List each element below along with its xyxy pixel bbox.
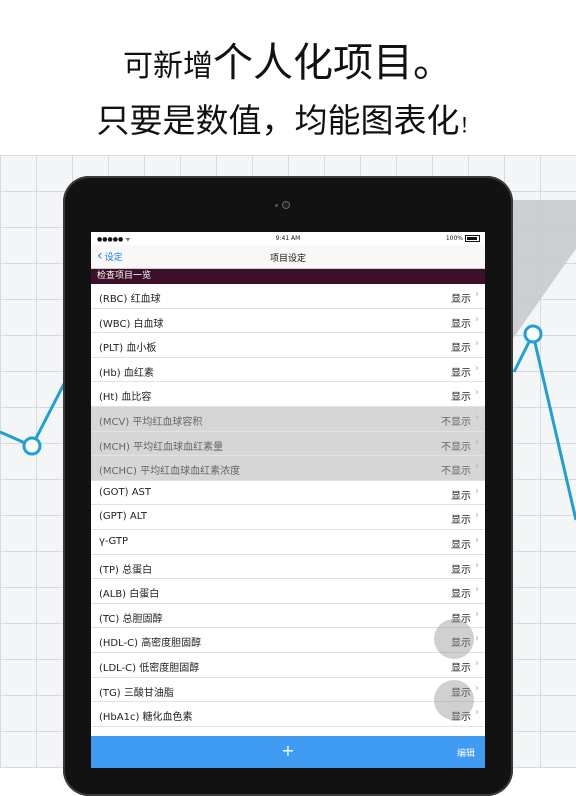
list-item-value: 显示	[451, 343, 471, 355]
chevron-right-icon: ›	[475, 362, 479, 374]
list-item-label: (MCH) 平均红血球血红素量	[99, 441, 224, 453]
list-item[interactable]: (RBC) 红血球 显示 ›	[91, 284, 485, 309]
list-item[interactable]: (TP) 总蛋白 显示 ›	[91, 555, 485, 580]
page-title: 项目设定	[269, 254, 306, 264]
plus-icon: +	[281, 741, 295, 760]
list-item-label: (HDL-C) 高密度胆固醇	[99, 638, 202, 650]
list-item[interactable]: (GOT) AST 显示 ›	[91, 481, 485, 506]
chevron-right-icon: ›	[475, 485, 479, 497]
list-item[interactable]: (HDL-C) 高密度胆固醇 显示 ›	[91, 628, 485, 653]
floating-overlay-button[interactable]	[434, 619, 474, 659]
list-item[interactable]: (ALB) 白蛋白 显示 ›	[91, 579, 485, 604]
list-item-label: (GPT) ALT	[99, 511, 148, 523]
list-item[interactable]: (TC) 总胆固醇 显示 ›	[91, 604, 485, 629]
list-item-label: (MCV) 平均红血球容积	[99, 416, 203, 428]
chevron-right-icon: ›	[475, 510, 479, 522]
chart-point-right	[523, 324, 543, 344]
navigation-bar: ‹ 设定 项目设定	[91, 245, 485, 269]
list-item-label: (TG) 三酸甘油脂	[99, 687, 174, 699]
list-item-value: 显示	[451, 367, 471, 379]
chart-line-left	[0, 379, 68, 448]
list-item-value: 显示	[451, 318, 471, 330]
list-item[interactable]: (LDL-C) 低密度胆固醇 显示 ›	[91, 653, 485, 678]
list-item-value: 显示	[451, 392, 471, 404]
list-item-label: (TP) 总蛋白	[99, 564, 153, 576]
chevron-right-icon: ›	[475, 584, 479, 596]
list-item-value: 显示	[451, 490, 471, 502]
list-item-label: (TC) 总胆固醇	[99, 613, 163, 625]
list-item-value: 不显示	[441, 466, 471, 478]
list-item-label: (Hb) 血红素	[99, 367, 154, 379]
tablet-camera	[282, 201, 290, 209]
app-screen: ●●●●● ᯤ 9:41 AM 100% ‹ 设定 项目设定 检查项目一览 (R…	[91, 232, 485, 768]
list-item-value: 显示	[451, 515, 471, 527]
list-item-label: γ-GTP	[99, 535, 129, 547]
status-bar: ●●●●● ᯤ 9:41 AM 100%	[91, 232, 485, 245]
list-item-label: (PLT) 血小板	[99, 343, 157, 355]
tablet-sensor	[275, 204, 278, 207]
list-item-value: 显示	[451, 294, 471, 305]
chart-point-left	[22, 436, 42, 456]
floating-overlay-button[interactable]	[434, 680, 474, 720]
list-item-label: (GOT) AST	[99, 486, 152, 498]
list-item[interactable]: (GPT) ALT 显示 ›	[91, 505, 485, 530]
list-item-value: 显示	[451, 564, 471, 576]
list-item-value: 显示	[451, 539, 471, 551]
section-header: 检查项目一览	[91, 269, 485, 284]
list-item[interactable]: (Hb) 血红素 显示 ›	[91, 358, 485, 383]
list-item[interactable]: (HbA1c) 糖化血色素 显示 ›	[91, 702, 485, 727]
chevron-right-icon: ›	[475, 338, 479, 350]
chevron-right-icon: ›	[475, 608, 479, 620]
status-time: 9:41 AM	[275, 235, 301, 242]
chevron-right-icon: ›	[475, 436, 479, 448]
bottom-toolbar: + 编辑	[91, 736, 485, 768]
list-item-label: (RBC) 红血球	[99, 294, 161, 305]
list-item-label: (LDL-C) 低密度胆固醇	[99, 662, 200, 674]
list-item-label: (ALB) 白蛋白	[99, 589, 160, 601]
list-item-value: 显示	[451, 589, 471, 601]
chevron-right-icon: ›	[475, 534, 479, 546]
chevron-right-icon: ›	[475, 657, 479, 669]
list-item-value: 显示	[451, 662, 471, 674]
chevron-right-icon: ›	[475, 289, 479, 300]
list-item[interactable]: (MCHC) 平均红血球血红素浓度 不显示 ›	[91, 456, 485, 481]
list-item-value: 不显示	[441, 416, 471, 428]
edit-button[interactable]: 编辑	[457, 746, 475, 759]
list-item-label: (MCHC) 平均红血球血红素浓度	[99, 466, 241, 478]
chart-line-right	[512, 329, 576, 521]
list-item[interactable]: (PLT) 血小板 显示 ›	[91, 333, 485, 358]
list-item[interactable]: (WBC) 白血球 显示 ›	[91, 309, 485, 334]
battery-icon	[465, 235, 480, 242]
chevron-right-icon: ›	[475, 707, 479, 719]
chevron-right-icon: ›	[475, 313, 479, 325]
list-item-label: (WBC) 白血球	[99, 318, 164, 330]
chevron-right-icon: ›	[475, 411, 479, 423]
list-item[interactable]: γ-GTP 显示 ›	[91, 530, 485, 555]
list-item-value: 不显示	[441, 441, 471, 453]
list-item[interactable]: (MCH) 平均红血球血红素量 不显示 ›	[91, 431, 485, 457]
chevron-right-icon: ›	[475, 559, 479, 571]
list-item[interactable]: (MCV) 平均红血球容积 不显示 ›	[91, 406, 485, 432]
list-item[interactable]: (Ht) 血比容 显示 ›	[91, 382, 485, 407]
chevron-right-icon: ›	[475, 633, 479, 645]
list-item-label: (HbA1c) 糖化血色素	[99, 712, 193, 724]
list-item-label: (Ht) 血比容	[99, 392, 152, 404]
chevron-right-icon: ›	[475, 461, 479, 473]
chevron-right-icon: ›	[475, 387, 479, 399]
battery-percent: 100%	[445, 235, 463, 242]
item-list: (RBC) 红血球 显示 › (WBC) 白血球 显示 › (PLT) 血小板 显示 › (Hb)…	[91, 284, 485, 727]
chevron-right-icon: ›	[475, 682, 479, 694]
list-item[interactable]: (TG) 三酸甘油脂 显示 ›	[91, 678, 485, 703]
add-item-button[interactable]: +	[91, 741, 485, 760]
